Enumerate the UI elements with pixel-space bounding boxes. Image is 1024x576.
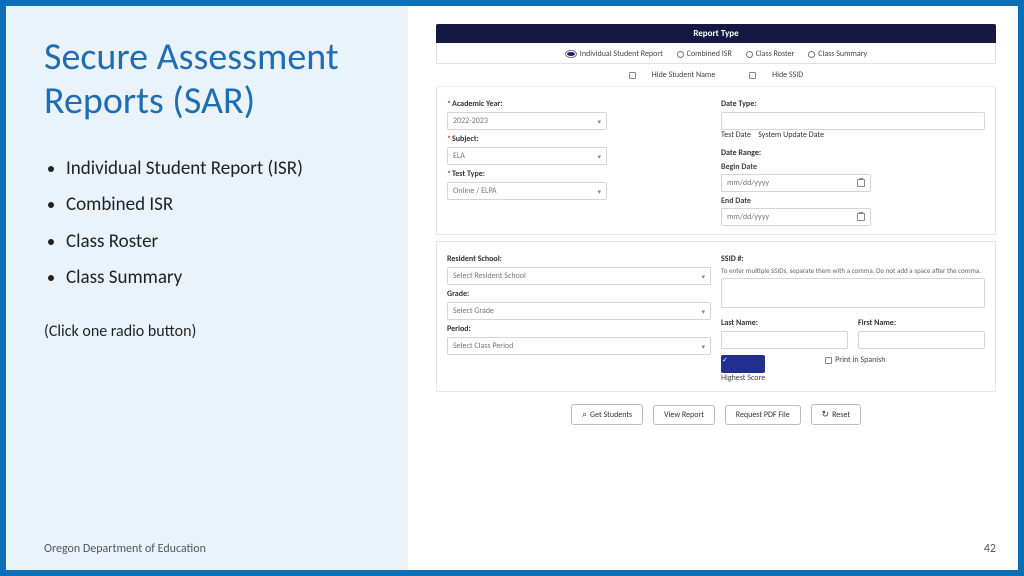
criteria-section-2: Resident School: Select Resident School▾… <box>436 241 996 392</box>
checkbox-icon <box>629 72 636 79</box>
report-form: Report Type Individual Student Report Co… <box>436 24 996 431</box>
radio-system-update-date[interactable]: System Update Date <box>758 130 824 140</box>
subject-label: *Subject: <box>447 134 711 144</box>
grade-select[interactable]: Select Grade▾ <box>447 302 711 320</box>
action-button-row: Get Students View Report Request PDF Fil… <box>436 392 996 431</box>
begin-date-label: Begin Date <box>721 162 985 172</box>
bullet-item: Class Roster <box>66 224 380 260</box>
chevron-down-icon: ▾ <box>597 117 601 126</box>
ssid-textarea[interactable] <box>721 278 985 308</box>
view-report-button[interactable]: View Report <box>653 405 715 425</box>
criteria-left-col: *Academic Year: 2022-2023▾ *Subject: ELA… <box>447 95 711 226</box>
criteria-section-1: *Academic Year: 2022-2023▾ *Subject: ELA… <box>436 87 996 235</box>
radio-class-summary[interactable]: Class Summary <box>808 49 867 59</box>
ssid-label: SSID #: <box>721 254 985 264</box>
calendar-icon <box>857 213 865 221</box>
footer-org: Oregon Department of Education <box>44 542 206 556</box>
checkbox-icon <box>749 72 756 79</box>
date-type-radio-row: Test Date System Update Date <box>721 112 985 140</box>
date-range-label: Date Range: <box>721 148 985 158</box>
first-name-label: First Name: <box>858 318 985 328</box>
slide-title: Secure Assessment Reports (SAR) <box>44 36 380 123</box>
resident-school-select[interactable]: Select Resident School▾ <box>447 267 711 285</box>
checkbox-icon <box>825 357 832 364</box>
report-type-radio-row: Individual Student Report Combined ISR C… <box>436 43 996 64</box>
chevron-down-icon: ▾ <box>701 342 705 351</box>
get-students-button[interactable]: Get Students <box>571 404 643 425</box>
date-type-label: Date Type: <box>721 99 985 109</box>
reset-button[interactable]: Reset <box>811 404 861 425</box>
bullet-list: Individual Student Report (ISR) Combined… <box>44 151 380 295</box>
ssid-help-text: To enter multiple SSIDs, separate them w… <box>721 267 985 275</box>
hide-ssid-checkbox[interactable]: Hide SSID <box>741 70 811 80</box>
test-type-select[interactable]: Online / ELPA▾ <box>447 182 607 200</box>
bullet-item: Combined ISR <box>66 187 380 223</box>
end-date-input[interactable]: mm/dd/yyyy <box>721 208 871 226</box>
radio-dot-icon <box>746 51 753 58</box>
last-name-input[interactable] <box>721 331 848 349</box>
period-select[interactable]: Select Class Period▾ <box>447 337 711 355</box>
radio-individual-student-report[interactable]: Individual Student Report <box>565 49 663 59</box>
bullet-item: Individual Student Report (ISR) <box>66 151 380 187</box>
checkbox-icon <box>721 355 765 373</box>
highest-score-checkbox[interactable]: Highest Score <box>721 355 765 383</box>
hide-student-name-checkbox[interactable]: Hide Student Name <box>621 70 724 80</box>
chevron-down-icon: ▾ <box>701 272 705 281</box>
academic-year-label: *Academic Year: <box>447 99 711 109</box>
calendar-icon <box>857 179 865 187</box>
chevron-down-icon: ▾ <box>701 307 705 316</box>
reset-icon <box>822 409 830 420</box>
form-screenshot-panel: Report Type Individual Student Report Co… <box>408 6 1018 570</box>
chevron-down-icon: ▾ <box>597 187 601 196</box>
end-date-label: End Date <box>721 196 985 206</box>
period-label: Period: <box>447 324 711 334</box>
resident-school-label: Resident School: <box>447 254 711 264</box>
radio-dot-icon <box>677 51 684 58</box>
output-options-row: Highest Score Print in Spanish <box>721 349 985 383</box>
slide-text-panel: Secure Assessment Reports (SAR) Individu… <box>6 6 408 570</box>
radio-dot-icon <box>808 51 815 58</box>
radio-dot-icon <box>565 50 577 58</box>
report-type-header: Report Type <box>436 24 996 43</box>
chevron-down-icon: ▾ <box>597 152 601 161</box>
search-icon <box>582 409 587 420</box>
hide-options-row: Hide Student Name Hide SSID <box>436 64 996 87</box>
school-col: Resident School: Select Resident School▾… <box>447 250 711 383</box>
footer-page-number: 42 <box>984 542 996 556</box>
bullet-item: Class Summary <box>66 260 380 296</box>
radio-dot-icon <box>721 112 985 130</box>
slide-note: (Click one radio button) <box>44 322 380 341</box>
radio-class-roster[interactable]: Class Roster <box>746 49 795 59</box>
print-in-spanish-checkbox[interactable]: Print in Spanish <box>825 355 885 383</box>
criteria-right-col: Date Type: Test Date System Update Date … <box>721 95 985 226</box>
radio-combined-isr[interactable]: Combined ISR <box>677 49 732 59</box>
grade-label: Grade: <box>447 289 711 299</box>
subject-select[interactable]: ELA▾ <box>447 147 607 165</box>
last-name-label: Last Name: <box>721 318 848 328</box>
academic-year-select[interactable]: 2022-2023▾ <box>447 112 607 130</box>
begin-date-input[interactable]: mm/dd/yyyy <box>721 174 871 192</box>
test-type-label: *Test Type: <box>447 169 711 179</box>
first-name-input[interactable] <box>858 331 985 349</box>
request-pdf-button[interactable]: Request PDF File <box>725 405 801 425</box>
ssid-col: SSID #: To enter multiple SSIDs, separat… <box>721 250 985 383</box>
